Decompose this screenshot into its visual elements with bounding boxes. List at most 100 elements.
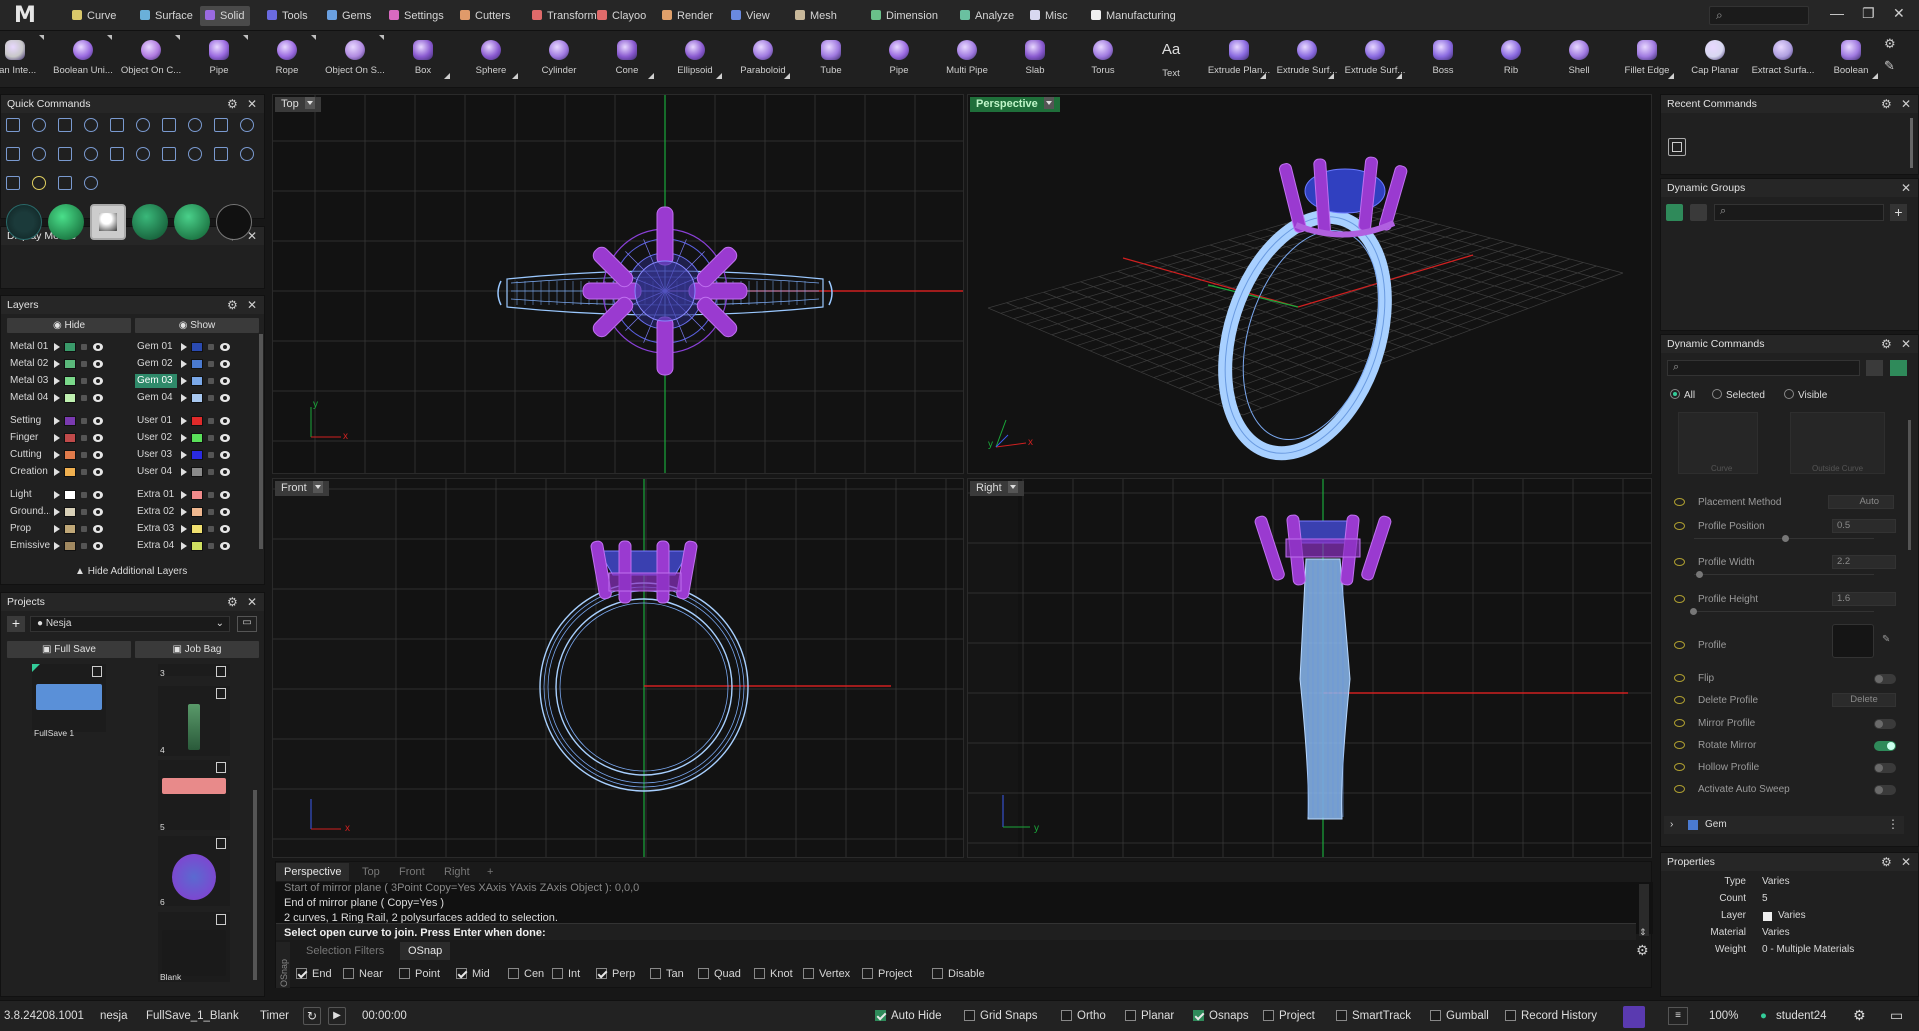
layer-row[interactable]: Emissive xyxy=(8,539,128,553)
pipe-button[interactable]: Pipe xyxy=(186,33,252,85)
dyn-command-value[interactable]: Delete xyxy=(1832,693,1896,707)
lock-icon[interactable] xyxy=(81,378,87,384)
lock-icon[interactable] xyxy=(208,361,214,367)
filter-selected-radio[interactable]: Selected xyxy=(1712,389,1765,401)
minimize-button[interactable]: — xyxy=(1830,5,1844,21)
slider-handle[interactable] xyxy=(1690,608,1697,615)
tool-dropdown-icon[interactable] xyxy=(1668,73,1674,79)
sphere-icon[interactable] xyxy=(0,0,18,18)
rope-button[interactable]: Rope xyxy=(254,33,320,85)
tool-dropdown-icon[interactable] xyxy=(512,73,518,79)
map-icon[interactable] xyxy=(58,176,72,190)
fillet-edge-button[interactable]: Fillet Edge xyxy=(1614,33,1680,85)
boolean-intersection-button[interactable]: ean Inte... xyxy=(0,33,48,85)
right-viewport[interactable]: y Right xyxy=(967,478,1652,858)
right-viewport-tab[interactable]: Right xyxy=(970,481,1024,496)
close-window-button[interactable]: ✕ xyxy=(1893,5,1905,22)
layer-color-swatch[interactable] xyxy=(64,507,76,517)
slider-track[interactable] xyxy=(1694,611,1874,612)
layer-color-swatch[interactable] xyxy=(64,541,76,551)
tool-options-icon[interactable] xyxy=(107,35,112,40)
osnap-quad[interactable]: Quad xyxy=(698,968,741,980)
layer-color-swatch[interactable] xyxy=(64,467,76,477)
eye-icon[interactable] xyxy=(93,508,103,516)
lock-icon[interactable] xyxy=(81,452,87,458)
eye-icon[interactable] xyxy=(220,394,230,402)
list-icon[interactable]: ≡ xyxy=(1668,1007,1688,1025)
lock-icon[interactable] xyxy=(208,395,214,401)
expand-arrow-icon[interactable] xyxy=(181,394,187,402)
boss-button[interactable]: Boss xyxy=(1410,33,1476,85)
checkbox-icon[interactable] xyxy=(1505,1010,1516,1021)
osnap-near[interactable]: Near xyxy=(343,968,383,980)
commands-filter-icon[interactable] xyxy=(1866,360,1883,376)
more-icon[interactable]: ⋮ xyxy=(1887,817,1899,831)
toggle-switch[interactable] xyxy=(1874,719,1896,729)
front-viewport-tab[interactable]: Front xyxy=(275,481,329,496)
filter-all-radio[interactable]: All xyxy=(1670,389,1695,401)
menu-manufacturing[interactable]: Manufacturing xyxy=(1086,6,1182,26)
expand-arrow-icon[interactable] xyxy=(54,451,60,459)
tool-dropdown-icon[interactable] xyxy=(1396,73,1402,79)
layer-row[interactable]: Gem 02 xyxy=(135,357,255,371)
view-tab-right[interactable]: Right xyxy=(436,863,478,881)
expand-arrow-icon[interactable] xyxy=(181,417,187,425)
layer-color-swatch[interactable] xyxy=(64,416,76,426)
dyn-command-value[interactable]: 0.5 xyxy=(1832,519,1896,533)
eye-icon[interactable] xyxy=(93,542,103,550)
expand-arrow-icon[interactable] xyxy=(54,360,60,368)
gem-group-expander[interactable]: › xyxy=(1670,819,1673,830)
show-layers-button[interactable]: ◉ Show xyxy=(135,318,259,333)
layer-row[interactable]: Extra 03 xyxy=(135,522,255,536)
layer-color-swatch[interactable] xyxy=(191,450,203,460)
project-select[interactable]: ● Nesja ⌄ xyxy=(30,616,230,632)
checkbox-icon[interactable] xyxy=(1061,1010,1072,1021)
project-thumbnail[interactable] xyxy=(158,686,230,756)
tool-options-icon[interactable] xyxy=(39,35,44,40)
settings-icon[interactable]: ⚙ xyxy=(1881,853,1892,871)
toggle-project[interactable]: Project xyxy=(1263,1010,1315,1022)
menu-curve[interactable]: Curve xyxy=(67,6,122,26)
expand-arrow-icon[interactable] xyxy=(54,491,60,499)
layer-color-swatch[interactable] xyxy=(191,393,203,403)
settings-icon[interactable]: ⚙ xyxy=(227,593,238,611)
tool-dropdown-icon[interactable] xyxy=(784,73,790,79)
artistic-mode-icon[interactable] xyxy=(216,204,252,240)
layer-color-swatch[interactable] xyxy=(191,490,203,500)
eye-icon[interactable] xyxy=(220,377,230,385)
polyline-icon[interactable] xyxy=(32,118,46,132)
layer-row[interactable]: Metal 04 xyxy=(8,391,128,405)
tool-dropdown-icon[interactable] xyxy=(716,73,722,79)
commands-view-icon[interactable] xyxy=(1890,360,1907,376)
expand-arrow-icon[interactable] xyxy=(181,491,187,499)
tool-options-icon[interactable] xyxy=(243,35,248,40)
lock-icon[interactable] xyxy=(208,418,214,424)
lock-icon[interactable] xyxy=(81,361,87,367)
menu-clayoo[interactable]: Clayoo xyxy=(592,6,652,26)
eye-icon[interactable] xyxy=(93,525,103,533)
expand-arrow-icon[interactable] xyxy=(54,525,60,533)
layer-color-swatch[interactable] xyxy=(191,507,203,517)
checkbox-icon[interactable] xyxy=(552,968,563,979)
layer-row[interactable]: Metal 03 xyxy=(8,374,128,388)
layer-color-swatch[interactable] xyxy=(64,342,76,352)
checkbox-icon[interactable] xyxy=(1125,1010,1136,1021)
commands-search-input[interactable]: ⌕ xyxy=(1667,360,1860,376)
project-thumbnail[interactable] xyxy=(32,664,106,732)
play-timer-icon[interactable]: ▶ xyxy=(328,1007,346,1025)
points-icon[interactable] xyxy=(58,118,72,132)
toolbar-settings-icon[interactable]: ⚙ xyxy=(1884,36,1896,52)
tool-options-icon[interactable] xyxy=(175,35,180,40)
expand-arrow-icon[interactable] xyxy=(54,542,60,550)
chevron-down-icon[interactable] xyxy=(304,97,315,109)
close-icon[interactable]: ✕ xyxy=(247,95,257,113)
slider-handle[interactable] xyxy=(1782,535,1789,542)
toggle-smarttrack[interactable]: SmartTrack xyxy=(1336,1010,1411,1022)
extrude-surface-button[interactable]: Extrude Surf... xyxy=(1274,33,1340,85)
tool-options-icon[interactable] xyxy=(379,35,384,40)
lock-icon[interactable] xyxy=(81,418,87,424)
line-icon[interactable] xyxy=(6,118,20,132)
ellipsoid-button[interactable]: Ellipsoid xyxy=(662,33,728,85)
eye-icon[interactable] xyxy=(93,434,103,442)
paraboloid-button[interactable]: Paraboloid xyxy=(730,33,796,85)
